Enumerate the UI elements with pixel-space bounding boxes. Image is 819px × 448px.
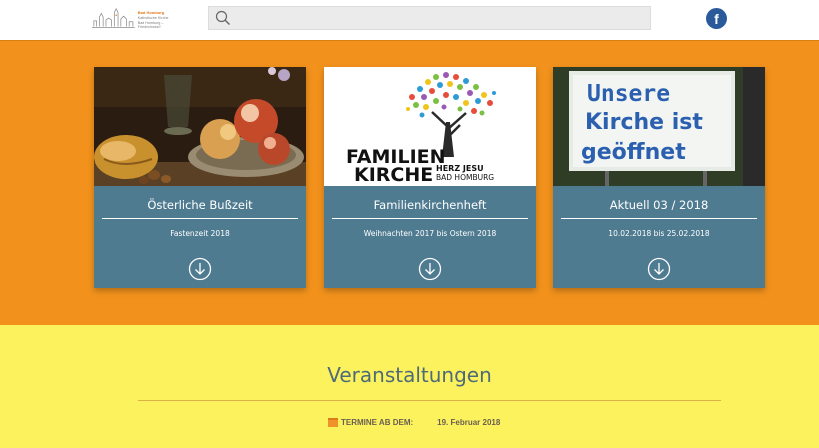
termine-filter: TERMINE AB DEM: 19. Februar 2018: [328, 418, 500, 427]
logo-line-2: Katholische Kirche: [137, 15, 169, 20]
site-logo[interactable]: Bad Homburg Katholische Kirche Bad Hombu…: [92, 6, 184, 32]
church-skyline-icon: [92, 7, 135, 28]
card-title: Österliche Bußzeit: [147, 198, 253, 212]
search-bar: [208, 6, 651, 30]
site-header: Bad Homburg Katholische Kirche Bad Hombu…: [0, 0, 819, 40]
download-icon[interactable]: [418, 257, 442, 281]
familienkirche-logo-image: FAMILIEN KIRCHE HERZ JESU BAD HOMBURG: [324, 67, 536, 186]
card-divider: [332, 218, 528, 219]
church-open-sign-image: Unsere Kirche ist geöffnet: [553, 67, 765, 186]
card-aktuell[interactable]: Unsere Kirche ist geöffnet Aktuell 03 / …: [553, 67, 765, 288]
card-image-familienkirche: FAMILIEN KIRCHE HERZ JESU BAD HOMBURG: [324, 67, 536, 186]
download-icon[interactable]: [188, 257, 212, 281]
svg-text:KIRCHE: KIRCHE: [354, 164, 433, 186]
card-divider: [102, 218, 298, 219]
card-title: Familienkirchenheft: [373, 198, 487, 212]
svg-text:BAD HOMBURG: BAD HOMBURG: [436, 173, 494, 182]
termine-date[interactable]: 19. Februar 2018: [437, 418, 500, 427]
logo-line-3: Bad Homburg – Friedrichsdorf: [137, 20, 164, 29]
section-divider: [138, 400, 721, 401]
termine-label: TERMINE AB DEM:: [341, 418, 414, 427]
card-subtitle: Weihnachten 2017 bis Ostern 2018: [363, 229, 497, 238]
card-divider: [561, 218, 757, 219]
card-bussezeit[interactable]: Österliche Bußzeit Fastenzeit 2018: [94, 67, 306, 288]
card-image-sign: Unsere Kirche ist geöffnet: [553, 67, 765, 186]
card-familienkirchenheft[interactable]: FAMILIEN KIRCHE HERZ JESU BAD HOMBURG Fa…: [324, 67, 536, 288]
facebook-icon[interactable]: f: [706, 8, 727, 29]
logo-line-1: Bad Homburg: [137, 9, 165, 15]
calendar-icon: [328, 418, 338, 427]
svg-text:Kirche ist: Kirche ist: [585, 110, 703, 135]
svg-text:HERZ JESU: HERZ JESU: [436, 164, 484, 173]
card-subtitle: 10.02.2018 bis 25.02.2018: [608, 229, 710, 238]
card-title: Aktuell 03 / 2018: [609, 198, 709, 212]
still-life-image: [94, 67, 306, 186]
card-subtitle: Fastenzeit 2018: [170, 229, 230, 238]
section-title: Veranstaltungen: [327, 363, 492, 387]
card-image-still-life: [94, 67, 306, 186]
download-icon[interactable]: [647, 257, 671, 281]
search-icon[interactable]: [215, 10, 231, 26]
search-input[interactable]: [237, 8, 650, 28]
svg-text:Unsere: Unsere: [587, 81, 670, 107]
svg-text:geöffnet: geöffnet: [581, 140, 686, 165]
